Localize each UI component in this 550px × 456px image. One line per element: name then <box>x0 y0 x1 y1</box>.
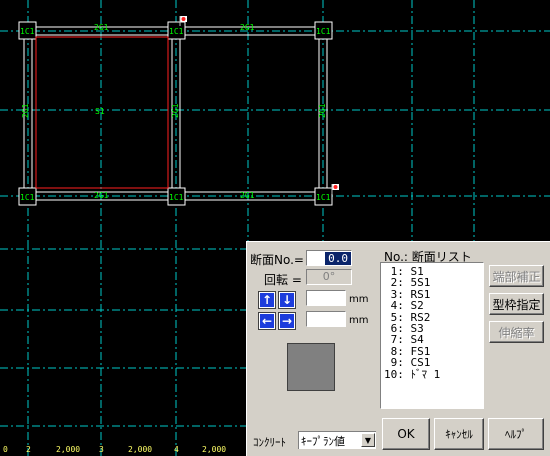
slab-label: S1 <box>95 107 105 116</box>
beam-label: 2G1 <box>21 103 30 118</box>
section-list[interactable]: 1: S1 2: 5S1 3: RS1 4: S2 5: RS2 6: S3 7… <box>380 262 484 409</box>
column-label: 1C1 <box>169 193 184 202</box>
unit-mm-label: mm <box>349 294 369 305</box>
grid-number: 0 <box>3 445 8 454</box>
column-label: 1C1 <box>169 27 184 36</box>
right-arrow-button[interactable]: → <box>278 312 296 330</box>
beam-label: 2G1 <box>94 23 109 32</box>
ok-button[interactable]: OK <box>382 418 430 450</box>
column-label: 1C1 <box>316 27 331 36</box>
list-item[interactable]: 4: S2 <box>381 300 483 312</box>
beam-label: 2G1 <box>171 103 180 118</box>
unit-mm-label: mm <box>349 315 369 326</box>
section-preview <box>287 343 335 391</box>
beam-label: 2G1 <box>240 23 255 32</box>
down-arrow-button[interactable]: ↓ <box>278 291 296 309</box>
chevron-down-icon[interactable]: ▼ <box>361 433 375 447</box>
section-no-label: 断面No.= <box>250 253 304 267</box>
vertical-offset-input[interactable] <box>306 290 346 306</box>
column-label: 1C1 <box>20 27 35 36</box>
list-item[interactable]: 9: CS1 <box>381 357 483 369</box>
section-no-input[interactable]: 0.0 <box>306 250 352 266</box>
formwork-button[interactable]: 型枠指定 <box>489 293 544 315</box>
left-arrow-button[interactable]: ← <box>258 312 276 330</box>
concrete-select[interactable]: ｷｰﾌﾟﾗﾝ値 ▼ <box>298 431 376 449</box>
dimension-label: 2,000 <box>56 445 80 454</box>
beam-label: 2G1 <box>94 191 109 200</box>
beam-label: 2G1 <box>318 103 327 118</box>
column-label: 1C1 <box>20 193 35 202</box>
end-correction-button[interactable]: 端部補正 <box>489 265 544 287</box>
grid-number: 2 <box>26 445 31 454</box>
dimension-label: 2,000 <box>128 445 152 454</box>
beam-label: 2G1 <box>240 191 255 200</box>
help-button[interactable]: ﾍﾙﾌﾟ <box>488 418 544 450</box>
rotation-input[interactable]: 0° <box>306 269 352 285</box>
grid-number: 4 <box>174 445 179 454</box>
rotation-label: 回転 = <box>264 273 302 287</box>
list-item[interactable]: 10: ﾄﾞﾏ 1 <box>381 368 483 380</box>
up-arrow-button[interactable]: ↑ <box>258 291 276 309</box>
concrete-label: ｺﾝｸﾘｰﾄ <box>253 436 286 449</box>
extension-rate-button[interactable]: 伸縮率 <box>489 321 544 343</box>
column-label: 1C1 <box>316 193 331 202</box>
dimension-label: 2,000 <box>202 445 226 454</box>
cancel-button[interactable]: ｷｬﾝｾﾙ <box>434 418 484 450</box>
flag-icon <box>331 184 339 194</box>
section-dialog: 断面No.= 0.0 回転 = 0° ↑ ↓ mm ← → mm No.: 断面… <box>246 241 550 456</box>
horizontal-offset-input[interactable] <box>306 311 346 327</box>
grid-number: 3 <box>99 445 104 454</box>
